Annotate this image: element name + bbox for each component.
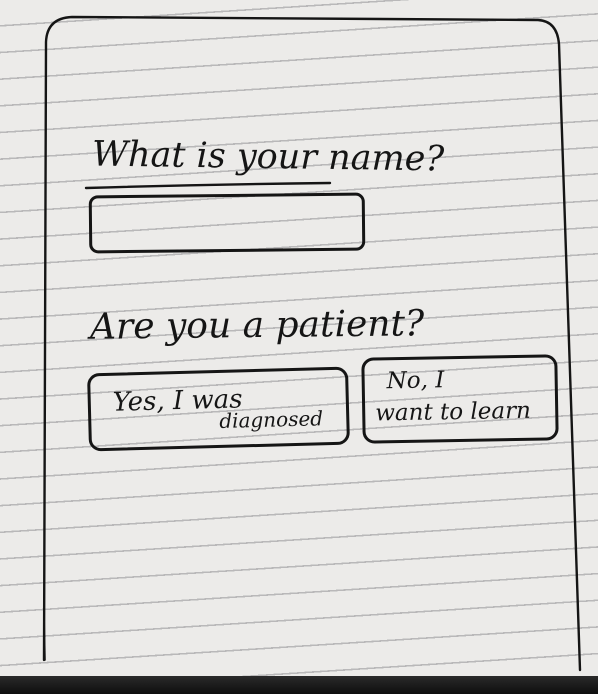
patient-question: Are you a patient? [89,303,425,348]
no-button-label: No, I [386,367,445,395]
name-question: What is your name? [91,134,445,180]
yes-button-sublabel: diagnosed [218,406,324,433]
no-button-sublabel: want to learn [375,397,532,427]
name-input[interactable] [88,192,366,254]
no-want-to-learn-button[interactable]: No, I want to learn [361,354,559,444]
yes-diagnosed-button[interactable]: Yes, I was diagnosed [87,366,350,452]
